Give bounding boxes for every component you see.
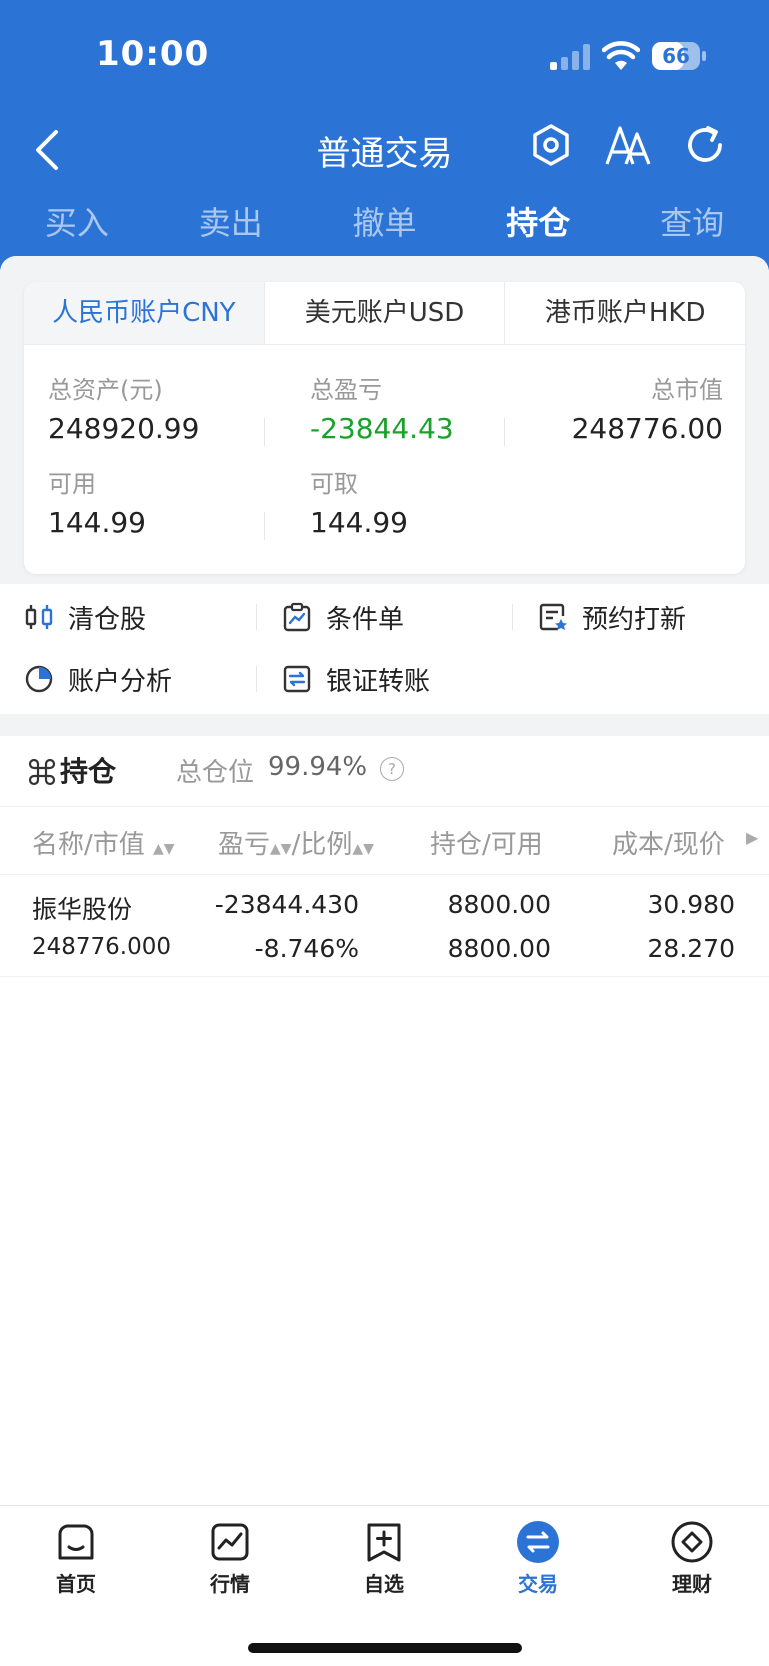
- position-ratio-label: 总仓位: [176, 758, 255, 788]
- tab-sell[interactable]: 卖出: [154, 198, 308, 258]
- stock-name: 振华股份: [32, 895, 133, 924]
- wealth-diamond-icon: [671, 1521, 713, 1563]
- action-conditional-order-label: 条件单: [326, 604, 405, 635]
- holdings-title: 持仓: [60, 755, 117, 788]
- action-clear-position-label: 清仓股: [68, 604, 147, 635]
- table-row[interactable]: 振华股份 248776.000 -23844.430 -8.746% 8800.…: [0, 874, 769, 977]
- nav-home[interactable]: 首页: [26, 1520, 126, 1597]
- divider: [504, 418, 505, 446]
- total-pnl-label: 总盈亏: [310, 376, 382, 404]
- stock-available: 8800.00: [447, 934, 551, 963]
- nav-trade-label: 交易: [518, 1572, 558, 1596]
- col-position-available: 持仓/可用: [430, 830, 543, 860]
- clipboard-chart-icon: [283, 602, 311, 632]
- position-ratio-value: 99.94%: [268, 752, 368, 782]
- tab-account-hkd[interactable]: 港币账户HKD: [504, 282, 745, 344]
- battery-level: 66: [662, 44, 690, 68]
- total-assets-label: 总资产(元): [48, 376, 163, 404]
- stock-price: 28.270: [647, 934, 735, 963]
- total-assets-value: 248920.99: [48, 412, 200, 445]
- title-bar: 普通交易: [0, 110, 769, 190]
- holdings-header: 持仓 总仓位 99.94% ?: [0, 736, 769, 807]
- stock-cost: 30.980: [647, 890, 735, 919]
- sort-icon: ▲▼: [153, 841, 175, 857]
- withdrawable-label: 可取: [310, 470, 358, 498]
- tab-cancel-order[interactable]: 撤单: [308, 198, 462, 258]
- action-bank-transfer[interactable]: 银证转账: [282, 654, 430, 704]
- nav-wealth[interactable]: 理财: [642, 1520, 742, 1597]
- battery-icon: 66: [652, 42, 706, 70]
- divider: [264, 418, 265, 446]
- trade-exchange-icon: [517, 1521, 559, 1563]
- home-indicator: [248, 1643, 522, 1653]
- tab-buy[interactable]: 买入: [0, 198, 154, 258]
- pie-chart-icon: [25, 665, 53, 693]
- stock-market-value: 248776.000: [32, 934, 172, 960]
- bottom-navigation: 首页 行情 自选 交易 理财: [0, 1505, 769, 1666]
- account-summary-card: 人民币账户CNY 美元账户USD 港币账户HKD 总资产(元) 248920.9…: [24, 282, 745, 574]
- withdrawable-value: 144.99: [310, 506, 408, 539]
- content-sheet: 人民币账户CNY 美元账户USD 港币账户HKD 总资产(元) 248920.9…: [0, 256, 769, 1665]
- nav-wealth-label: 理财: [672, 1572, 712, 1596]
- action-ipo-reservation[interactable]: 预约打新: [538, 592, 686, 642]
- sort-icon: ▲▼: [270, 841, 292, 857]
- col-name-value[interactable]: 名称/市值 ▲▼: [32, 824, 175, 861]
- divider: [264, 512, 265, 540]
- nav-home-label: 首页: [56, 1572, 96, 1596]
- market-chart-icon: [211, 1523, 249, 1561]
- nav-watchlist[interactable]: 自选: [334, 1520, 434, 1597]
- divider: [512, 604, 513, 630]
- quick-actions: 清仓股 条件单 预约打新 账户分析 银证转账: [0, 584, 769, 714]
- action-account-analysis[interactable]: 账户分析: [24, 654, 172, 704]
- transfer-icon: [283, 665, 311, 693]
- action-bank-transfer-label: 银证转账: [326, 666, 431, 697]
- cellular-signal-icon: [550, 44, 592, 70]
- wifi-icon: [602, 41, 640, 70]
- stock-pnl-ratio: -8.746%: [254, 934, 359, 963]
- nav-trade[interactable]: 交易: [488, 1520, 588, 1597]
- action-account-analysis-label: 账户分析: [68, 666, 173, 697]
- status-bar: 10:00 66: [0, 0, 769, 110]
- tab-holdings[interactable]: 持仓: [461, 198, 615, 264]
- tab-account-cny[interactable]: 人民币账户CNY: [24, 282, 264, 344]
- nav-market[interactable]: 行情: [180, 1520, 280, 1597]
- top-header: 10:00 66 普通交易 买入 卖出 撤单 持仓 查询: [0, 0, 769, 270]
- document-star-icon: [539, 603, 567, 631]
- account-currency-tabs: 人民币账户CNY 美元账户USD 港币账户HKD: [24, 282, 745, 345]
- home-icon: [58, 1524, 94, 1560]
- market-value-label: 总市值: [651, 376, 723, 404]
- tab-account-usd[interactable]: 美元账户USD: [263, 282, 505, 344]
- action-conditional-order[interactable]: 条件单: [282, 592, 404, 642]
- scroll-right-icon[interactable]: ▶: [746, 828, 758, 847]
- holdings-column-header: 名称/市值 ▲▼ 盈亏▲▼/比例▲▼ 持仓/可用 成本/现价 ▶: [0, 806, 769, 875]
- nav-watchlist-label: 自选: [364, 1572, 404, 1596]
- stock-pnl: -23844.430: [214, 890, 359, 919]
- divider: [256, 666, 257, 692]
- action-clear-position[interactable]: 清仓股: [24, 592, 146, 642]
- stock-position: 8800.00: [447, 890, 551, 919]
- sort-icon: ▲▼: [352, 841, 374, 857]
- nav-market-label: 行情: [210, 1572, 250, 1596]
- candlestick-icon: [25, 605, 53, 629]
- market-value-value: 248776.00: [571, 412, 723, 445]
- help-icon[interactable]: ?: [380, 757, 404, 781]
- available-label: 可用: [48, 470, 96, 498]
- status-time: 10:00: [96, 34, 210, 74]
- available-value: 144.99: [48, 506, 146, 539]
- font-size-icon[interactable]: [604, 122, 652, 168]
- action-ipo-reservation-label: 预约打新: [582, 604, 687, 635]
- settings-hexagon-icon[interactable]: [530, 122, 572, 168]
- tab-query[interactable]: 查询: [615, 198, 769, 258]
- total-pnl-value: -23844.43: [310, 412, 454, 445]
- trade-tabs: 买入 卖出 撤单 持仓 查询: [0, 198, 769, 264]
- page-title: 普通交易: [316, 134, 453, 174]
- col-cost-price: 成本/现价: [612, 830, 725, 860]
- command-icon: [28, 758, 56, 786]
- divider: [256, 604, 257, 630]
- col-pnl-ratio[interactable]: 盈亏▲▼/比例▲▼: [218, 824, 374, 861]
- refresh-icon[interactable]: [682, 122, 728, 168]
- bookmark-plus-icon: [367, 1523, 401, 1562]
